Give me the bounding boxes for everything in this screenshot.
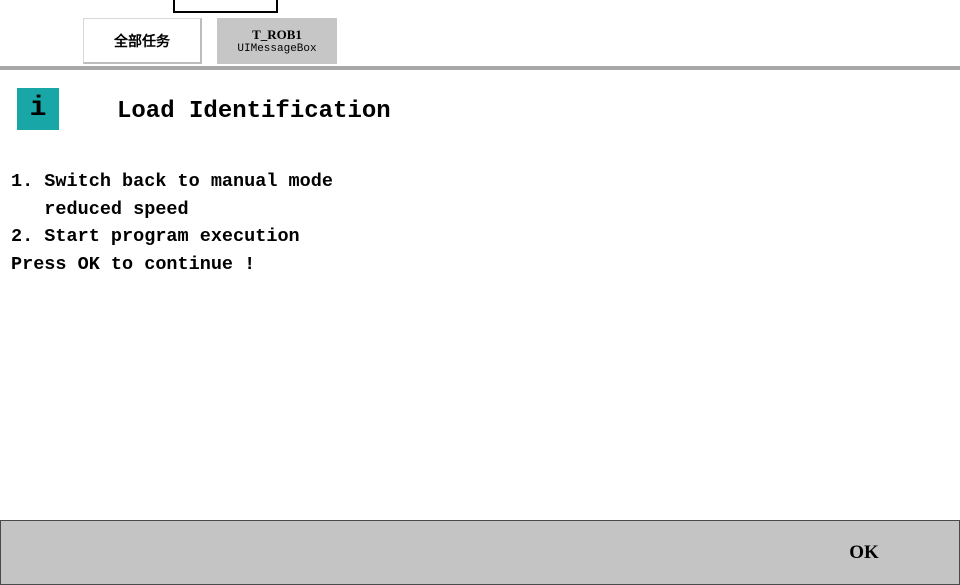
tab-all-tasks[interactable]: 全部任务 <box>83 18 202 64</box>
message-title: Load Identification <box>117 98 391 125</box>
info-icon: i <box>17 88 59 130</box>
message-box-window: 全部任务 T_ROB1 UIMessageBox i Load Identifi… <box>0 0 960 585</box>
header-divider <box>0 66 960 70</box>
message-line: 2. Start program execution <box>11 226 300 247</box>
ok-button-label: OK <box>849 541 879 563</box>
ok-button[interactable]: OK <box>769 521 959 584</box>
message-line: 1. Switch back to manual mode <box>11 171 333 192</box>
tab-connector-line <box>173 0 278 13</box>
tab-t-rob1[interactable]: T_ROB1 UIMessageBox <box>217 18 337 64</box>
tab-task-title: T_ROB1 <box>252 26 302 42</box>
tab-all-tasks-label: 全部任务 <box>114 33 170 50</box>
tab-task-subtitle: UIMessageBox <box>237 42 317 55</box>
message-body: 1. Switch back to manual mode reduced sp… <box>11 168 333 278</box>
message-line: reduced speed <box>11 198 189 220</box>
info-icon-glyph: i <box>29 93 47 124</box>
message-line: Press OK to continue ! <box>11 253 256 275</box>
button-bar: OK <box>0 520 960 585</box>
